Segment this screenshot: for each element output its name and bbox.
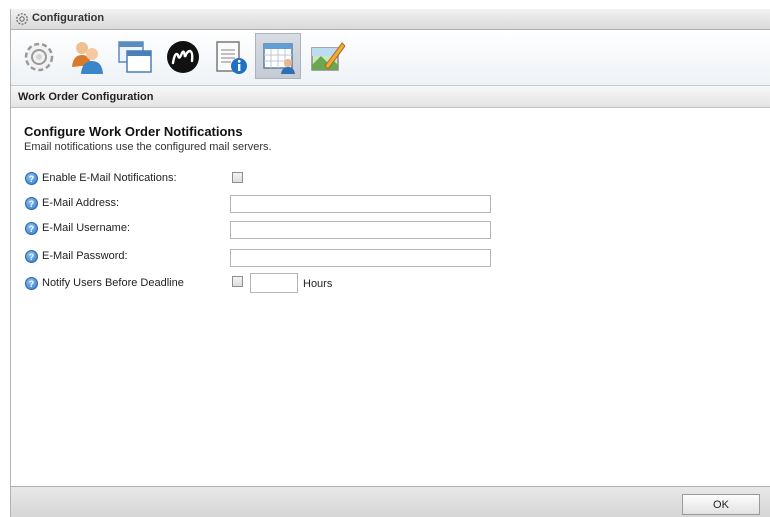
toolbar-work-orders[interactable] bbox=[255, 33, 301, 79]
windows-icon bbox=[118, 41, 152, 73]
help-icon[interactable]: ? bbox=[25, 172, 38, 185]
page-description: Email notifications use the configured m… bbox=[24, 141, 272, 153]
notify-before-deadline-label: Notify Users Before Deadline bbox=[42, 277, 184, 289]
window-title: Configuration bbox=[32, 12, 105, 24]
enable-notifications-label: Enable E-Mail Notifications: bbox=[42, 172, 177, 184]
email-username-label: E-Mail Username: bbox=[42, 222, 131, 234]
toolbar-windows[interactable] bbox=[111, 33, 157, 79]
gear-icon bbox=[24, 42, 54, 72]
help-icon[interactable]: ? bbox=[25, 197, 38, 210]
hours-label: Hours bbox=[303, 278, 333, 290]
toolbar-picture-edit[interactable] bbox=[303, 33, 349, 79]
notify-before-deadline-checkbox[interactable] bbox=[232, 276, 243, 287]
section-header: Work Order Configuration bbox=[11, 86, 770, 108]
deadline-hours-input[interactable] bbox=[250, 273, 298, 293]
work-order-settings-panel: Configure Work Order Notifications Email… bbox=[11, 109, 770, 494]
toolbar bbox=[11, 30, 770, 86]
gear-icon bbox=[16, 13, 28, 25]
enable-notifications-checkbox[interactable] bbox=[232, 172, 243, 183]
page-title: Configure Work Order Notifications bbox=[24, 124, 243, 139]
help-icon[interactable]: ? bbox=[25, 222, 38, 235]
email-address-input[interactable] bbox=[230, 195, 491, 213]
toolbar-m-logo[interactable] bbox=[159, 33, 205, 79]
section-title: Work Order Configuration bbox=[18, 91, 154, 103]
email-address-label: E-Mail Address: bbox=[42, 197, 120, 209]
configuration-window: Configuration ? bbox=[10, 9, 770, 517]
toolbar-users[interactable] bbox=[63, 33, 109, 79]
ok-button[interactable]: OK bbox=[682, 494, 760, 515]
calendar-user-icon bbox=[263, 43, 295, 74]
notepad-info-icon bbox=[216, 41, 247, 74]
m-logo-icon bbox=[167, 41, 199, 73]
picture-edit-icon bbox=[311, 42, 345, 71]
title-bar: Configuration ? bbox=[11, 9, 770, 30]
toolbar-general-settings[interactable] bbox=[15, 33, 61, 79]
help-icon[interactable]: ? bbox=[25, 277, 38, 290]
email-password-label: E-Mail Password: bbox=[42, 250, 128, 262]
help-icon[interactable]: ? bbox=[25, 250, 38, 263]
dialog-footer: OK bbox=[11, 486, 770, 517]
email-password-input[interactable] bbox=[230, 249, 491, 267]
users-icon bbox=[72, 42, 103, 74]
toolbar-notepad-info[interactable] bbox=[207, 33, 253, 79]
email-username-input[interactable] bbox=[230, 221, 491, 239]
